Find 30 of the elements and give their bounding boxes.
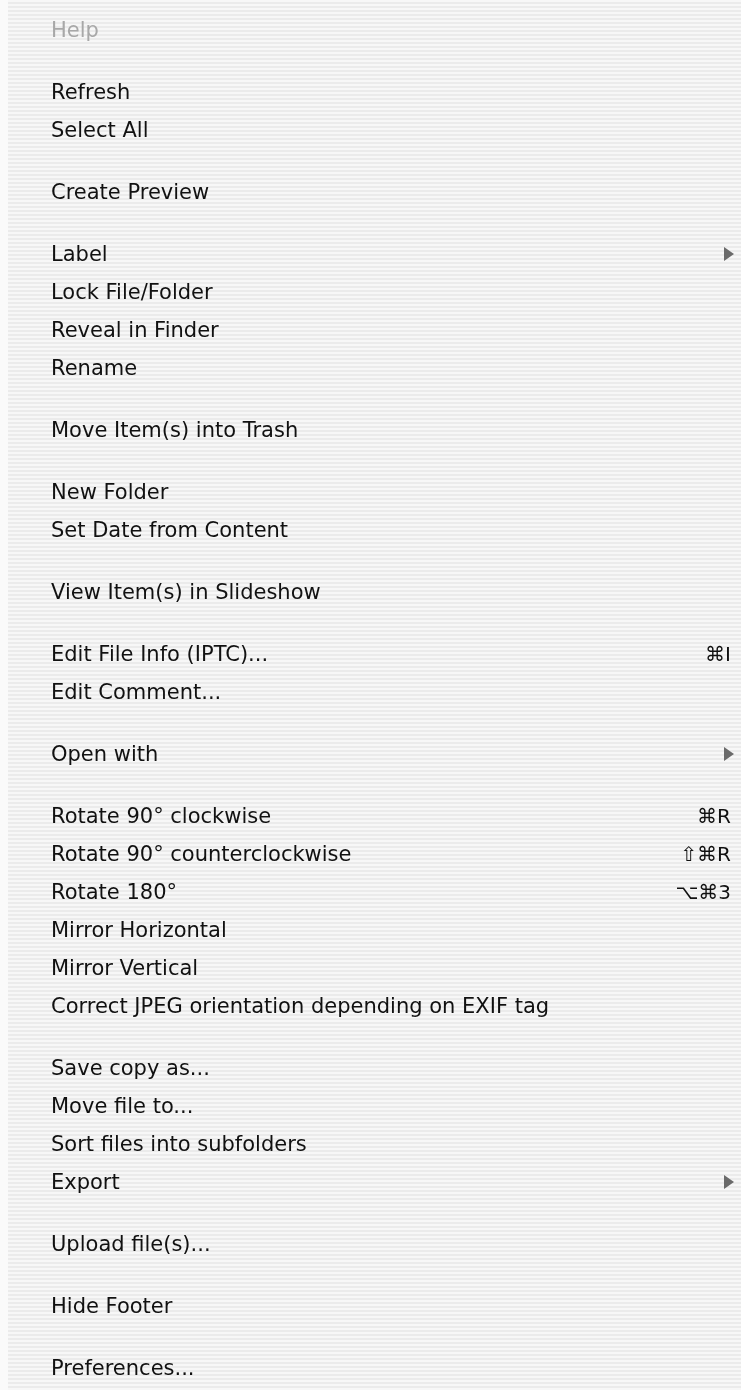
menu-item[interactable]: View Item(s) in Slideshow (8, 573, 741, 611)
menu-item[interactable]: Hide Footer (8, 1287, 741, 1325)
menu-item[interactable]: Mirror Horizontal (8, 911, 741, 949)
menu-item[interactable]: Export (8, 1163, 741, 1201)
menu-item[interactable]: Sort files into subfolders (8, 1125, 741, 1163)
menu-item[interactable]: New Folder (8, 473, 741, 511)
menu-item[interactable]: Refresh (8, 73, 741, 111)
submenu-arrow-icon (723, 746, 735, 762)
menu-item[interactable]: Rotate 90° counterclockwise ⇧⌘R (8, 835, 741, 873)
menu-item[interactable]: Edit File Info (IPTC)... ⌘I (8, 635, 741, 673)
menu-item[interactable]: Create Preview (8, 173, 741, 211)
menu-item[interactable]: Rename (8, 349, 741, 387)
menu-item[interactable]: Mirror Vertical (8, 949, 741, 987)
menu-item[interactable]: Move Item(s) into Trash (8, 411, 741, 449)
menu-item[interactable]: Correct JPEG orientation depending on EXIF tag (8, 987, 741, 1025)
submenu-arrow-icon (723, 1174, 735, 1190)
menu-item[interactable]: Upload file(s)... (8, 1225, 741, 1263)
menu-item[interactable]: Edit Comment... (8, 673, 741, 711)
menu-item[interactable]: Label (8, 235, 741, 273)
menu-item[interactable]: Select All (8, 111, 741, 149)
menu-item[interactable]: Open with (8, 735, 741, 773)
menu-item[interactable]: Save copy as... (8, 1049, 741, 1087)
menu-item[interactable]: Preferences... (8, 1349, 741, 1387)
menu-item[interactable]: Set Date from Content (8, 511, 741, 549)
menu-item[interactable]: Reveal in Finder (8, 311, 741, 349)
menu-item[interactable]: Rotate 180° ⌥⌘3 (8, 873, 741, 911)
menu-item[interactable]: Lock File/Folder (8, 273, 741, 311)
submenu-arrow-icon (723, 246, 735, 262)
menu-item[interactable]: Move file to... (8, 1087, 741, 1125)
menu-item[interactable]: Rotate 90° clockwise ⌘R (8, 797, 741, 835)
